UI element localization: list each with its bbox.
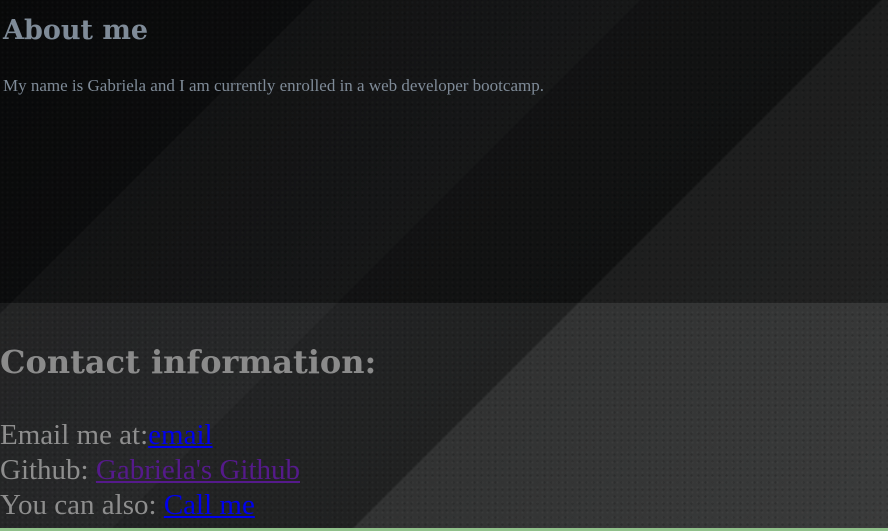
github-link[interactable]: Gabriela's Github [96,454,300,486]
github-line: Github: Gabriela's Github [0,453,300,488]
phone-line: You can also: Call me [0,488,255,523]
phone-label: You can also: [0,489,164,521]
email-link[interactable]: email [148,419,212,451]
email-label: Email me at: [0,419,149,451]
call-link[interactable]: Call me [164,489,255,521]
github-label: Github: [0,454,96,486]
about-text: My name is Gabriela and I am currently e… [3,76,544,95]
email-line: Email me at:email [0,418,213,453]
about-heading: About me [3,15,149,46]
about-section: About me My name is Gabriela and I am cu… [0,0,888,303]
contact-heading: Contact information: [0,343,377,381]
contact-section: Contact information: Email me at:email G… [0,303,888,528]
